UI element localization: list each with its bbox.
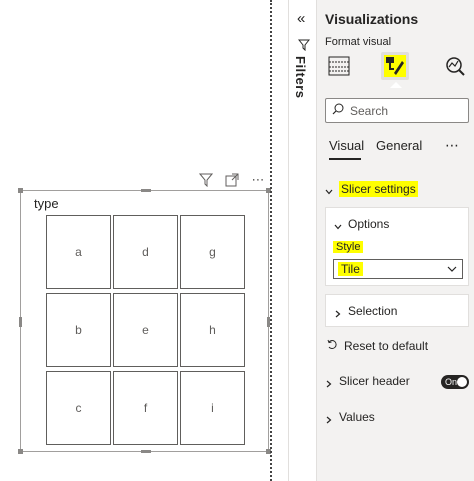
reset-label: Reset to default <box>344 339 429 353</box>
slicer-tile[interactable]: b <box>46 293 111 367</box>
active-tab-underline <box>329 158 361 160</box>
slicer-title: type <box>34 196 59 211</box>
expand-filters-icon[interactable]: « <box>297 10 306 27</box>
resize-handle[interactable] <box>141 189 151 192</box>
chevron-right-icon <box>325 413 333 424</box>
selected-pane-caret <box>390 82 402 88</box>
slicer-tile[interactable]: e <box>113 293 178 367</box>
chevron-right-icon <box>325 377 333 388</box>
selection-header[interactable]: Selection <box>334 304 397 318</box>
search-box[interactable] <box>325 98 469 123</box>
report-canvas: ⋯ type a d g b e h c f i <box>0 0 271 481</box>
tile-slicer-visual[interactable]: type a d g b e h c f i <box>18 188 271 454</box>
options-label: Options <box>348 217 390 231</box>
filter-icon[interactable] <box>198 172 214 188</box>
options-card: Options Style Tile <box>325 207 469 286</box>
style-label: Style <box>333 241 364 253</box>
selection-label: Selection <box>348 304 398 318</box>
slicer-tile[interactable]: f <box>113 371 178 445</box>
slicer-tile[interactable]: i <box>180 371 245 445</box>
filters-label[interactable]: Filters <box>293 56 308 99</box>
filters-pane-collapsed[interactable]: « Filters <box>288 0 316 481</box>
focus-mode-icon[interactable] <box>224 172 240 188</box>
build-visual-icon[interactable] <box>325 52 353 80</box>
format-visual-label: Format visual <box>325 36 392 48</box>
values-label: Values <box>339 410 375 424</box>
slicer-tile[interactable]: h <box>180 293 245 367</box>
slicer-settings-section[interactable]: Slicer settings <box>325 181 418 197</box>
reset-icon <box>327 339 338 353</box>
values-section[interactable]: Values <box>325 410 375 424</box>
options-header[interactable]: Options <box>334 217 389 231</box>
reset-to-default-button[interactable]: Reset to default <box>327 339 428 353</box>
slicer-header-section[interactable]: Slicer header <box>325 374 410 388</box>
more-options-icon[interactable]: ⋯ <box>250 172 266 188</box>
toggle-knob <box>457 377 467 387</box>
search-input[interactable] <box>350 103 460 118</box>
slicer-tile[interactable]: a <box>46 215 111 289</box>
resize-handle[interactable] <box>19 317 22 327</box>
search-icon <box>332 102 344 120</box>
tab-general[interactable]: General <box>376 138 422 153</box>
chevron-down-icon <box>334 220 342 230</box>
resize-handle[interactable] <box>141 450 151 453</box>
visualizations-pane: « Visualizations Format visual V <box>316 0 474 481</box>
slicer-tiles: a d g b e h c f i <box>46 215 248 447</box>
slicer-tile[interactable]: c <box>46 371 111 445</box>
tab-visual[interactable]: Visual <box>329 138 365 160</box>
chevron-down-icon <box>325 185 333 195</box>
pane-title: Visualizations <box>325 11 419 27</box>
toggle-state-label: On <box>445 377 458 387</box>
canvas-divider <box>270 0 272 481</box>
format-visual-icon[interactable] <box>381 52 409 80</box>
more-options-icon[interactable]: ⋯ <box>445 137 460 154</box>
chevron-down-icon <box>447 260 457 278</box>
slicer-tile[interactable]: g <box>180 215 245 289</box>
style-dropdown-value: Tile <box>338 262 363 276</box>
slicer-settings-label: Slicer settings <box>339 181 418 197</box>
selection-card[interactable]: Selection <box>325 294 469 327</box>
chevron-right-icon <box>334 307 342 318</box>
filter-icon <box>297 38 311 56</box>
slicer-tile[interactable]: d <box>113 215 178 289</box>
resize-handle[interactable] <box>18 188 23 193</box>
analytics-icon[interactable] <box>441 52 469 80</box>
tab-visual-label: Visual <box>329 138 365 153</box>
resize-handle[interactable] <box>18 449 23 454</box>
slicer-header-toggle[interactable]: On <box>441 375 469 389</box>
style-dropdown[interactable]: Tile <box>333 259 463 279</box>
slicer-header-label: Slicer header <box>339 374 410 388</box>
visual-header-toolbar: ⋯ <box>198 172 270 188</box>
